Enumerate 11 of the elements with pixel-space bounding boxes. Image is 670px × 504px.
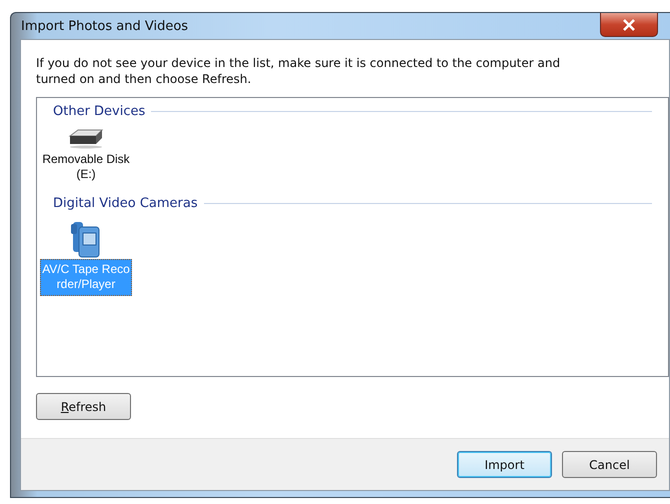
- group-heading: Other Devices: [53, 104, 146, 119]
- cancel-button[interactable]: Cancel: [562, 451, 657, 478]
- device-item[interactable]: Removable Disk (E:): [40, 149, 132, 186]
- instruction-text: If you do not see your device in the list, make sure it is connected to the computer and turned on and then choose Refresh.: [36, 55, 562, 87]
- group-heading: Digital Video Cameras: [53, 196, 198, 211]
- import-button[interactable]: Import: [457, 451, 552, 478]
- window-title: Import Photos and Videos: [20, 18, 188, 34]
- close-icon: [622, 18, 636, 30]
- refresh-button[interactable]: Refresh: [36, 393, 131, 420]
- close-button[interactable]: [600, 13, 658, 37]
- drive-icon: [66, 127, 106, 149]
